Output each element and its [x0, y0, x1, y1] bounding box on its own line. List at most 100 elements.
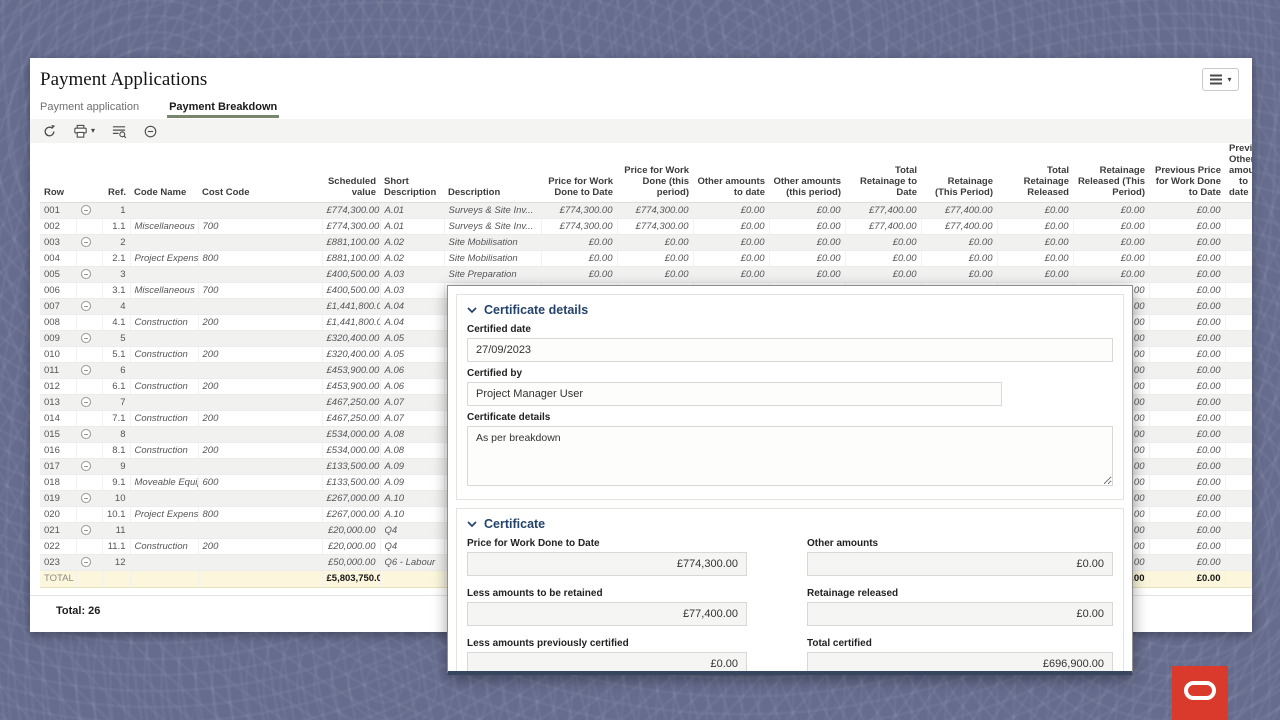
less-previously-certified-field[interactable] — [467, 652, 747, 675]
cell-scheduled-value[interactable]: £320,400.00 — [322, 330, 380, 346]
cell-row[interactable]: 016 — [40, 442, 76, 458]
cell-amount[interactable]: £0.00 — [1149, 506, 1225, 522]
cell-short-description[interactable]: A.06 — [380, 378, 444, 394]
collapse-group-icon[interactable] — [81, 269, 91, 279]
cell-short-description[interactable]: A.02 — [380, 234, 444, 250]
cell-expand[interactable] — [76, 490, 102, 506]
cell-expand[interactable] — [76, 442, 102, 458]
cell-code-name[interactable] — [130, 458, 198, 474]
cell-row[interactable]: 008 — [40, 314, 76, 330]
cell-ref[interactable]: 4 — [102, 298, 130, 314]
cell-row[interactable]: 013 — [40, 394, 76, 410]
cell-amount[interactable]: £0.00 — [541, 250, 617, 266]
cell-amount[interactable]: £0.00 — [997, 250, 1073, 266]
cell-description[interactable]: Surveys & Site Inv... — [444, 202, 541, 218]
cell-cost-code[interactable]: 200 — [198, 442, 322, 458]
cell-amount[interactable]: £0.00 — [1149, 330, 1225, 346]
cell-ref[interactable]: 8 — [102, 426, 130, 442]
cell-expand[interactable] — [76, 522, 102, 538]
cell-ref[interactable]: 1 — [102, 202, 130, 218]
cell-amount[interactable]: £0.00 — [1149, 250, 1225, 266]
col-header-partial[interactable]: Previous Other amounts to date — [1225, 143, 1252, 202]
cell-cost-code[interactable] — [198, 458, 322, 474]
cell-code-name[interactable] — [130, 298, 198, 314]
table-row[interactable]: 0042.1Project Expenses800£881,100.00A.02… — [40, 250, 1252, 266]
cell-amount[interactable]: £0.00 — [617, 234, 693, 250]
cell-short-description[interactable]: A.07 — [380, 394, 444, 410]
cell-scheduled-value[interactable]: £133,500.00 — [322, 458, 380, 474]
cell-code-name[interactable] — [130, 490, 198, 506]
collapse-group-icon[interactable] — [81, 333, 91, 343]
cell-row[interactable]: 004 — [40, 250, 76, 266]
cell-amount[interactable]: £0.00 — [1149, 538, 1225, 554]
cell-description[interactable]: Surveys & Site Inv... — [444, 218, 541, 234]
tab-payment-application[interactable]: Payment application — [38, 101, 141, 118]
cell-short-description[interactable]: A.01 — [380, 218, 444, 234]
cell-code-name[interactable]: Construction — [130, 346, 198, 362]
col-header-retainage-period[interactable]: Retainage (This Period) — [921, 143, 997, 202]
cell-scheduled-value[interactable]: £453,900.00 — [322, 362, 380, 378]
cell-code-name[interactable] — [130, 362, 198, 378]
cell-expand[interactable] — [76, 266, 102, 282]
cell-expand[interactable] — [76, 298, 102, 314]
cell-ref[interactable]: 6.1 — [102, 378, 130, 394]
collapse-group-icon[interactable] — [81, 365, 91, 375]
cell-code-name[interactable] — [130, 426, 198, 442]
cell-cost-code[interactable]: 200 — [198, 378, 322, 394]
cell-code-name[interactable]: Moveable Equipm... — [130, 474, 198, 490]
cell-expand[interactable] — [76, 378, 102, 394]
cell-short-description[interactable]: A.09 — [380, 458, 444, 474]
cell-short-description[interactable]: A.06 — [380, 362, 444, 378]
cell-ref[interactable]: 2 — [102, 234, 130, 250]
cell-scheduled-value[interactable]: £467,250.00 — [322, 394, 380, 410]
cell-amount[interactable]: £0.00 — [769, 234, 845, 250]
cell-amount[interactable]: £0.00 — [1149, 522, 1225, 538]
cell-cost-code[interactable] — [198, 330, 322, 346]
cell-cost-code[interactable] — [198, 234, 322, 250]
col-header-other-amounts-period[interactable]: Other amounts (this period) — [769, 143, 845, 202]
total-certified-field[interactable] — [807, 652, 1113, 675]
price-work-done-field[interactable] — [467, 552, 747, 576]
cell-expand[interactable] — [76, 474, 102, 490]
cell-ref[interactable]: 8.1 — [102, 442, 130, 458]
cell-code-name[interactable] — [130, 554, 198, 570]
cell-cost-code[interactable]: 200 — [198, 314, 322, 330]
cell-amount[interactable]: £0.00 — [1149, 282, 1225, 298]
cell-amount[interactable]: £0.00 — [997, 218, 1073, 234]
cell-scheduled-value[interactable]: £133,500.00 — [322, 474, 380, 490]
cell-scheduled-value[interactable]: £267,000.00 — [322, 490, 380, 506]
cell-expand[interactable] — [76, 410, 102, 426]
cell-amount[interactable]: £0.00 — [769, 218, 845, 234]
cell-short-description[interactable]: A.04 — [380, 314, 444, 330]
cell-amount[interactable]: £774,300.00 — [541, 202, 617, 218]
cell-ref[interactable]: 3.1 — [102, 282, 130, 298]
cell-expand[interactable] — [76, 554, 102, 570]
collapse-group-icon[interactable] — [81, 429, 91, 439]
cell-amount[interactable]: £0.00 — [617, 250, 693, 266]
cell-row[interactable]: 021 — [40, 522, 76, 538]
cell-ref[interactable]: 7.1 — [102, 410, 130, 426]
cell-amount[interactable]: £0.00 — [1073, 266, 1149, 282]
cell-description[interactable]: Site Preparation — [444, 266, 541, 282]
cell-ref[interactable]: 11 — [102, 522, 130, 538]
cell-amount[interactable]: £0.00 — [1149, 442, 1225, 458]
cell-ref[interactable]: 1.1 — [102, 218, 130, 234]
cell-amount[interactable]: £0.00 — [1149, 202, 1225, 218]
cell-ref[interactable]: 2.1 — [102, 250, 130, 266]
cell-row[interactable]: 009 — [40, 330, 76, 346]
cell-code-name[interactable] — [130, 234, 198, 250]
cell-cost-code[interactable] — [198, 522, 322, 538]
table-row[interactable]: 0053£400,500.00A.03Site Preparation£0.00… — [40, 266, 1252, 282]
cell-amount[interactable]: £0.00 — [921, 250, 997, 266]
cell-amount[interactable]: £0.00 — [845, 266, 921, 282]
cell-amount[interactable]: £774,300.00 — [541, 218, 617, 234]
cell-code-name[interactable]: Construction — [130, 314, 198, 330]
cell-short-description[interactable]: A.04 — [380, 298, 444, 314]
cell-row[interactable]: 022 — [40, 538, 76, 554]
cell-cost-code[interactable]: 200 — [198, 410, 322, 426]
cell-row[interactable]: 019 — [40, 490, 76, 506]
cell-amount[interactable]: £0.00 — [1073, 234, 1149, 250]
cell-cost-code[interactable] — [198, 426, 322, 442]
col-header-other-amounts-to-date[interactable]: Other amounts to date — [693, 143, 769, 202]
cell-amount[interactable]: £0.00 — [769, 250, 845, 266]
